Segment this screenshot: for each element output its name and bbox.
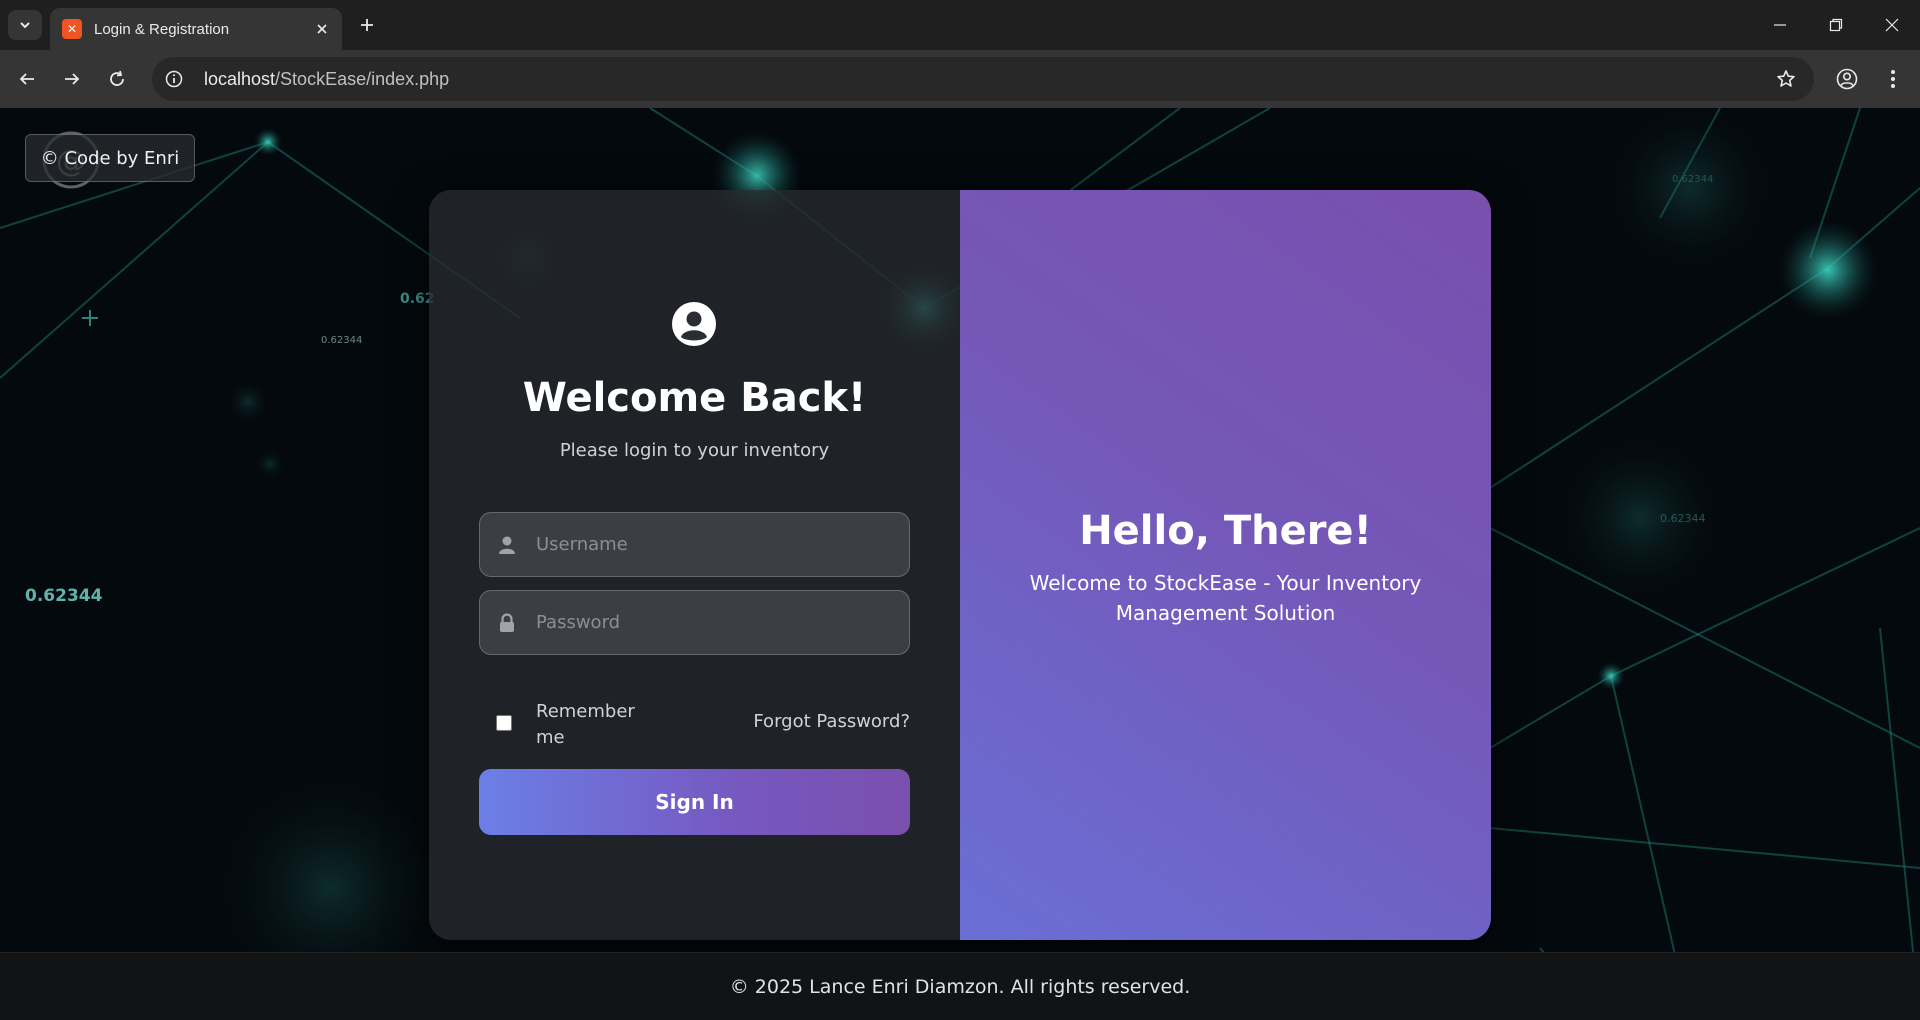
floating-number: 0.62344 [25, 586, 103, 606]
close-window-button[interactable] [1864, 0, 1920, 50]
close-icon [317, 24, 327, 34]
bookmark-button[interactable] [1774, 67, 1798, 91]
forward-arrow-icon [65, 73, 80, 85]
credit-badge[interactable]: © Code by Enri [25, 134, 195, 182]
user-circle-icon [672, 302, 716, 346]
site-info-button[interactable] [160, 65, 188, 93]
welcome-panel: Hello, There! Welcome to StockEase - You… [960, 190, 1491, 940]
chevron-down-icon [20, 22, 30, 29]
welcome-panel-subtitle: Welcome to StockEase - Your Inventory Ma… [1029, 571, 1422, 625]
browser-tab-active[interactable]: ✕ Login & Registration [50, 8, 342, 50]
crosshair-icon [82, 310, 98, 326]
menu-kebab-icon [1891, 70, 1895, 88]
remember-checkbox[interactable] [496, 715, 512, 731]
auth-card: Welcome Back! Please login to your inven… [429, 190, 1491, 940]
username-input[interactable] [536, 534, 896, 555]
lock-icon [496, 612, 518, 634]
browser-toolbar: localhost/StockEase/index.php [0, 50, 1920, 108]
minimize-icon [1774, 24, 1786, 26]
sign-in-button[interactable]: Sign In [479, 769, 910, 835]
browser-tabstrip: ✕ Login & Registration [0, 0, 1920, 50]
forgot-password-link[interactable]: Forgot Password? [753, 711, 910, 732]
window-controls [1752, 0, 1920, 50]
profile-button[interactable] [1831, 63, 1863, 95]
forward-button[interactable] [56, 63, 88, 95]
page-footer: © 2025 Lance Enri Diamzon. All rights re… [0, 952, 1920, 1020]
star-icon [1777, 70, 1795, 87]
back-button[interactable] [11, 63, 43, 95]
floating-number: 0.62344 [321, 335, 363, 346]
new-tab-button[interactable] [352, 10, 382, 40]
remember-row: Remember me Forgot Password? [479, 695, 910, 751]
restore-button[interactable] [1808, 0, 1864, 50]
tab-title: Login & Registration [94, 20, 230, 38]
user-icon [496, 534, 518, 556]
address-bar[interactable]: localhost/StockEase/index.php [152, 57, 1814, 101]
url-text: localhost/StockEase/index.php [204, 69, 449, 90]
tab-search-button[interactable] [8, 10, 42, 40]
welcome-panel-title: Hello, There! [1079, 508, 1372, 554]
back-arrow-icon [19, 73, 34, 85]
site-info-icon [165, 70, 183, 88]
xampp-favicon-icon: ✕ [62, 19, 82, 39]
reload-button[interactable] [101, 63, 133, 95]
minimize-button[interactable] [1752, 0, 1808, 50]
password-field[interactable] [479, 590, 910, 655]
browser-menu-button[interactable] [1877, 63, 1909, 95]
close-window-icon [1885, 18, 1899, 32]
restore-icon [1829, 18, 1843, 32]
password-input[interactable] [536, 612, 896, 633]
remember-label[interactable]: Remember me [536, 699, 656, 751]
url-path: /StockEase/index.php [275, 68, 450, 89]
plus-icon [361, 19, 373, 31]
login-panel: Welcome Back! Please login to your inven… [429, 190, 960, 940]
floating-number: 0.62344 [1660, 512, 1706, 525]
reload-icon [110, 70, 124, 86]
floating-number: 0.62344 [1672, 174, 1714, 185]
login-subtitle: Please login to your inventory [559, 440, 830, 461]
username-field[interactable] [479, 512, 910, 577]
profile-icon [1836, 68, 1858, 90]
login-title: Welcome Back! [522, 375, 867, 421]
tab-close-button[interactable] [312, 19, 332, 39]
page-viewport: @ 0.62344 0.62 0.62344 0.62344 0.62344 ©… [0, 108, 1920, 1020]
url-host: localhost [204, 68, 276, 89]
